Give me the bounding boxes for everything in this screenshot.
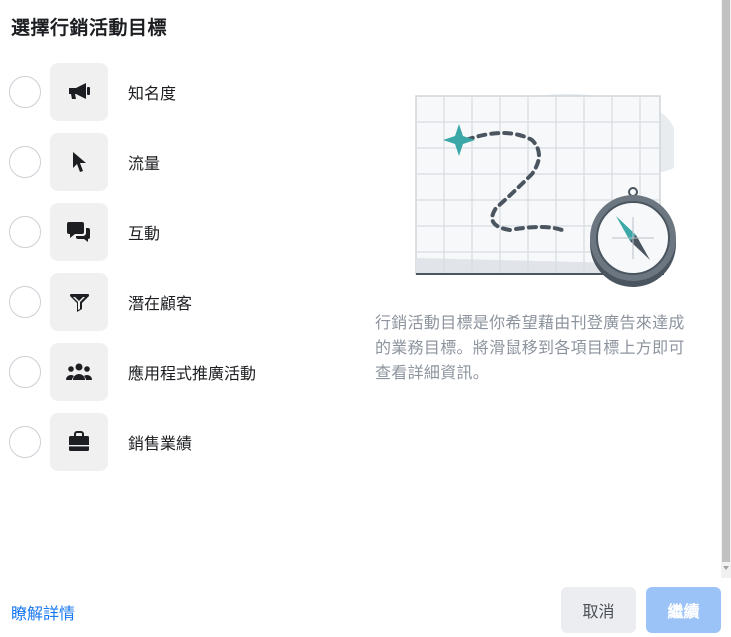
objective-leads[interactable]: 潛在顧客 [0, 273, 330, 331]
icon-tile [50, 273, 108, 331]
radio-button[interactable] [9, 426, 41, 458]
objective-sales[interactable]: 銷售業績 [0, 413, 330, 471]
icon-tile [50, 413, 108, 471]
funnel-icon [70, 294, 89, 312]
objective-awareness[interactable]: 知名度 [0, 63, 330, 121]
cursor-icon [73, 152, 86, 172]
radio-button[interactable] [9, 76, 41, 108]
continue-button[interactable]: 繼續 [646, 587, 721, 633]
cancel-button[interactable]: 取消 [561, 587, 636, 633]
megaphone-icon [69, 83, 90, 99]
radio-button[interactable] [9, 356, 41, 388]
scrollbar[interactable] [721, 0, 731, 578]
learn-more-link[interactable]: 瞭解詳情 [11, 600, 75, 624]
icon-tile [50, 343, 108, 401]
objective-traffic[interactable]: 流量 [0, 133, 330, 191]
scroll-down-arrow-icon[interactable] [723, 566, 729, 570]
objective-label: 銷售業績 [128, 436, 193, 453]
icon-tile [50, 133, 108, 191]
scrollbar-thumb[interactable] [722, 0, 730, 562]
map-compass-illustration [415, 94, 676, 287]
people-icon [66, 363, 92, 380]
objective-description: 行銷活動目標是你希望藉由刊登廣告來達成的業務目標。將滑鼠移到各項目標上方即可查看… [375, 315, 685, 382]
chat-bubbles-icon [67, 222, 90, 242]
objective-app-promotion[interactable]: 應用程式推廣活動 [0, 343, 330, 401]
objective-label: 應用程式推廣活動 [128, 366, 257, 383]
radio-button[interactable] [9, 286, 41, 318]
objective-label: 流量 [128, 156, 161, 173]
objective-label: 潛在顧客 [128, 296, 193, 313]
objective-engagement[interactable]: 互動 [0, 203, 330, 261]
radio-button[interactable] [9, 146, 41, 178]
radio-button[interactable] [9, 216, 41, 248]
briefcase-icon [69, 431, 89, 451]
objective-label: 互動 [128, 226, 161, 243]
icon-tile [50, 63, 108, 121]
dialog-title: 選擇行銷活動目標 [11, 18, 168, 39]
objective-label: 知名度 [128, 86, 177, 103]
icon-tile [50, 203, 108, 261]
